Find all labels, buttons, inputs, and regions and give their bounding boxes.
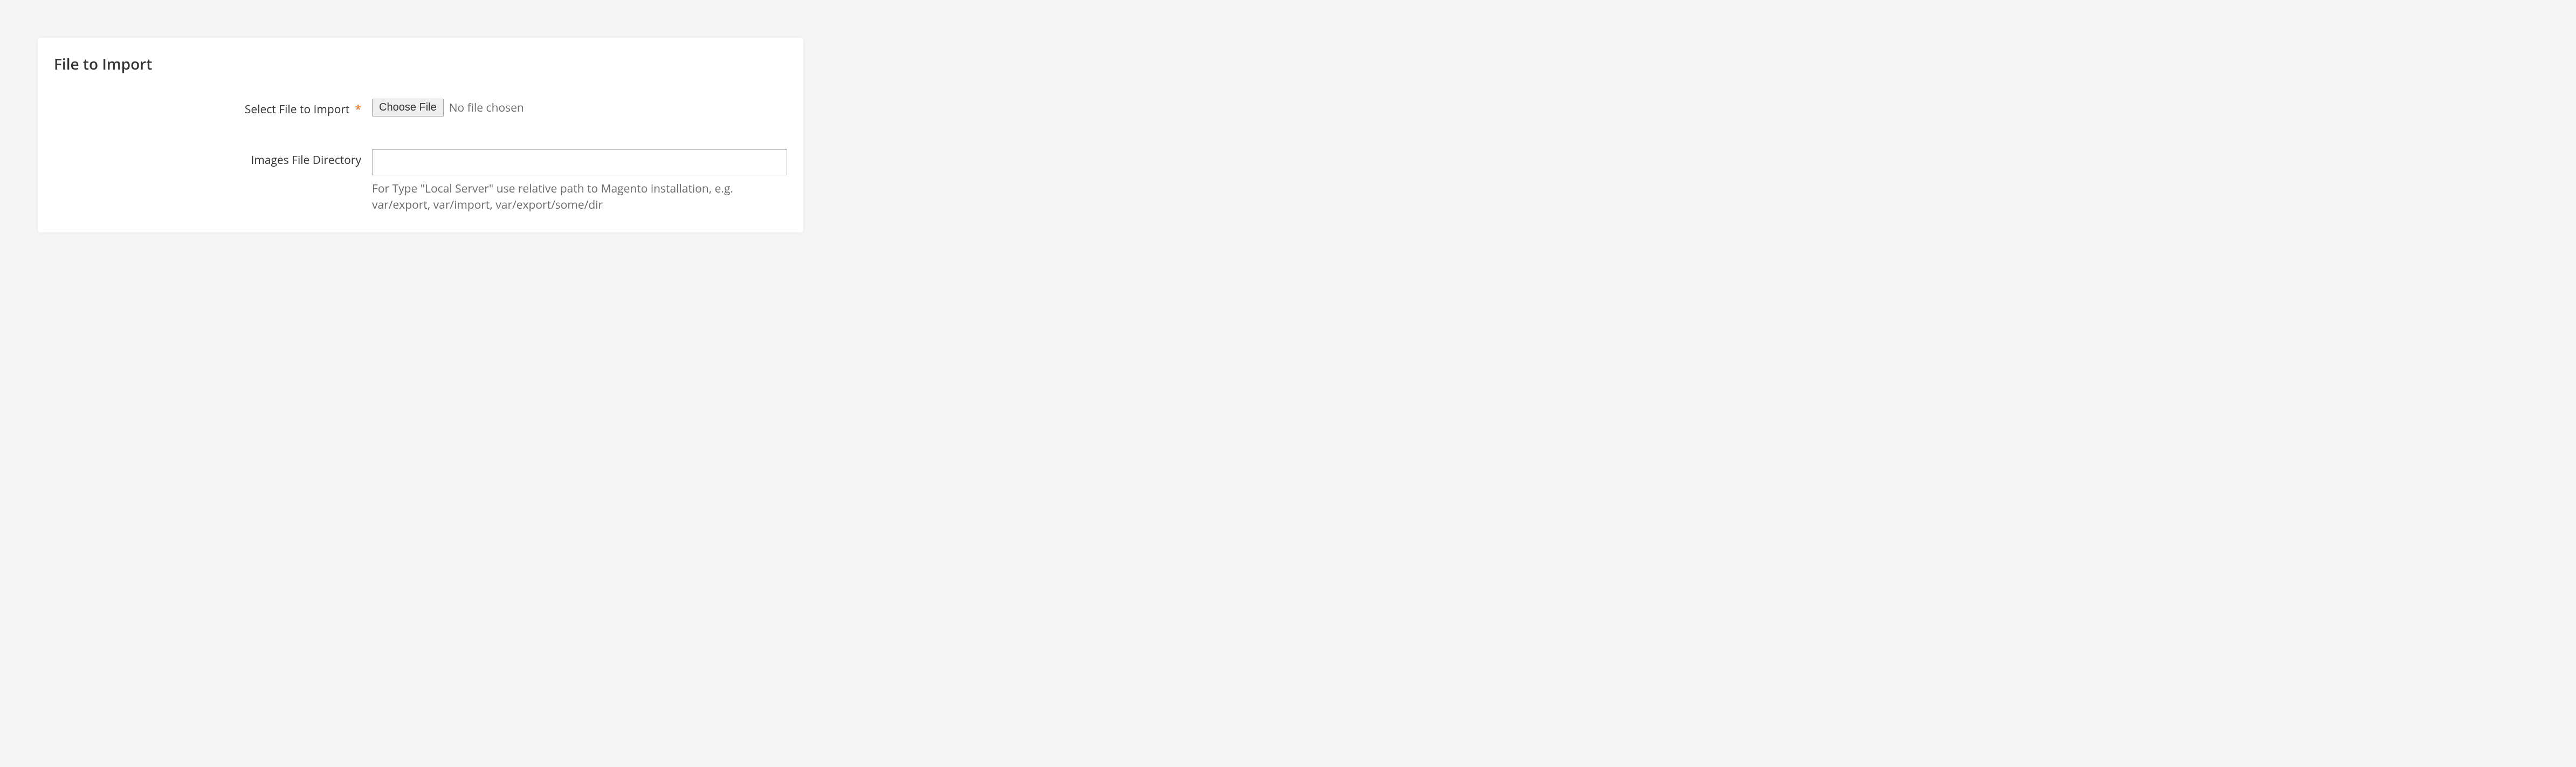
select-file-label-col: Select File to Import * [54,99,372,117]
file-status-text: No file chosen [449,100,524,115]
images-dir-hint: For Type "Local Server" use relative pat… [372,181,787,214]
images-dir-label-col: Images File Directory [54,149,372,168]
images-dir-row: Images File Directory For Type "Local Se… [54,149,787,214]
choose-file-button[interactable]: Choose File [372,99,444,117]
file-to-import-panel: File to Import Select File to Import * C… [38,38,803,232]
select-file-row: Select File to Import * Choose File No f… [54,99,787,117]
select-file-control-col: Choose File No file chosen [372,99,787,117]
images-dir-label: Images File Directory [251,153,361,168]
required-mark-icon: * [355,102,361,117]
images-dir-control-col: For Type "Local Server" use relative pat… [372,149,787,214]
panel-title: File to Import [54,54,787,74]
select-file-label: Select File to Import [245,102,350,117]
images-dir-input[interactable] [372,149,787,175]
file-input-line: Choose File No file chosen [372,99,787,117]
